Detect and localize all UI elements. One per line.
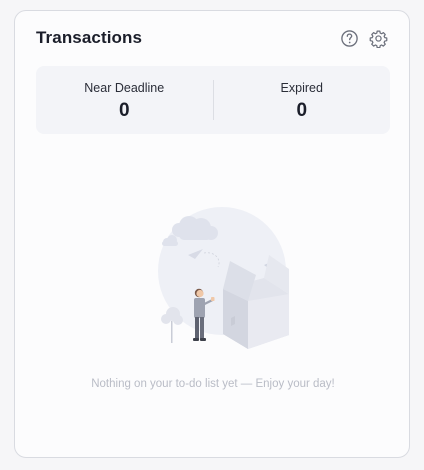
help-circle-icon[interactable] <box>340 29 359 48</box>
empty-state-illustration <box>158 207 289 349</box>
gear-icon[interactable] <box>369 29 388 48</box>
tree-icon <box>161 307 183 343</box>
stat-label: Near Deadline <box>84 81 165 95</box>
empty-state-message: Nothing on your to-do list yet — Enjoy y… <box>91 378 335 390</box>
stat-expired[interactable]: Expired 0 <box>214 66 391 134</box>
transactions-card: Transactions Near Deadline 0 Expired 0 N… <box>14 10 410 458</box>
stat-label: Expired <box>280 81 323 95</box>
stat-value: 0 <box>118 100 130 121</box>
stat-near-deadline[interactable]: Near Deadline 0 <box>36 66 213 134</box>
small-cloud-icon <box>162 235 178 246</box>
transaction-stats: Near Deadline 0 Expired 0 <box>36 66 390 134</box>
stat-value: 0 <box>296 100 308 121</box>
header-actions <box>340 29 388 48</box>
card-title: Transactions <box>36 28 143 47</box>
